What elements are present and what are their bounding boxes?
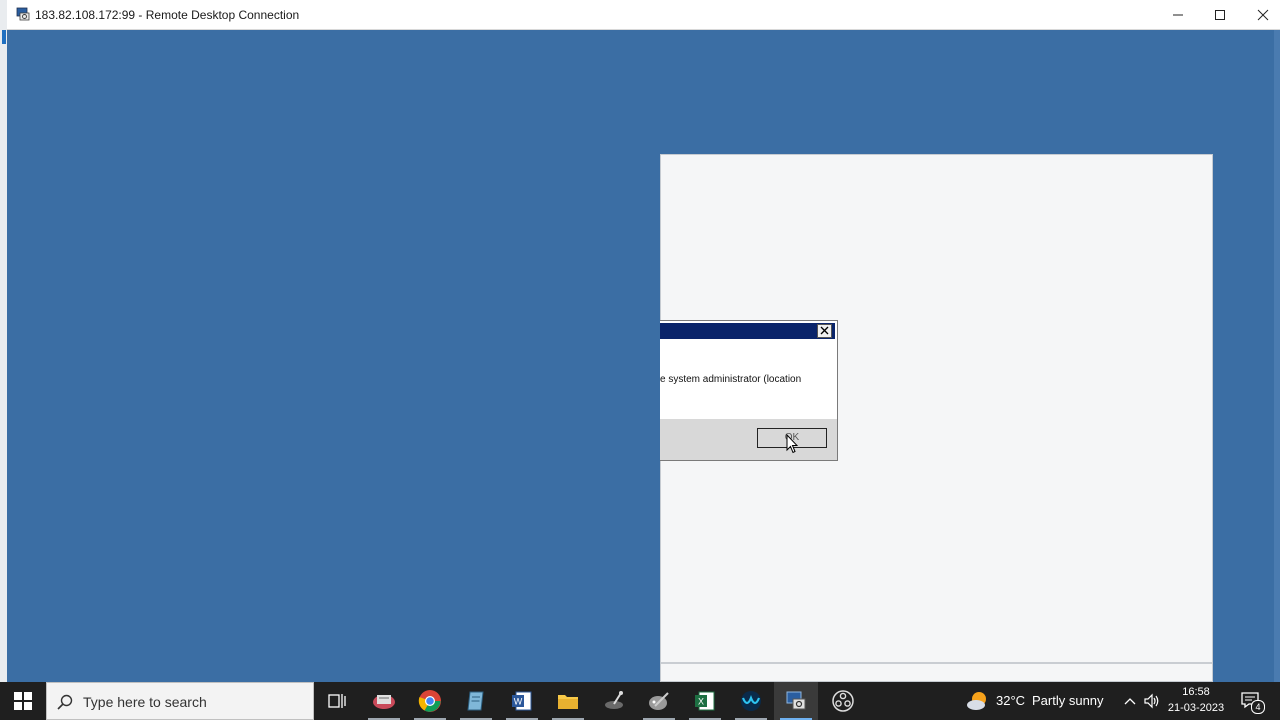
clock-date[interactable]: 21-03-2023	[1164, 702, 1228, 714]
weather-temperature[interactable]: 32°C	[996, 693, 1025, 708]
svg-text:X: X	[698, 697, 704, 707]
obs-icon	[832, 690, 854, 712]
taskbar: Type here to search W X 32°C Partly sunn…	[0, 682, 1280, 720]
window-title: 183.82.108.172:99 - Remote Desktop Conne…	[35, 8, 300, 22]
search-box[interactable]: Type here to search	[46, 682, 314, 720]
taskbar-chrome[interactable]	[408, 682, 452, 720]
search-icon	[57, 694, 73, 710]
volume-icon[interactable]	[1143, 693, 1161, 709]
paint-icon	[605, 691, 623, 709]
remote-desktop-icon	[786, 691, 806, 710]
clock-time[interactable]: 16:58	[1168, 686, 1224, 698]
close-icon	[820, 326, 829, 335]
taskbar-inkscape[interactable]	[637, 682, 681, 720]
remote-desktop-icon	[16, 7, 30, 21]
taskbar-remote-desktop[interactable]	[774, 682, 818, 720]
mouse-cursor-icon	[786, 434, 798, 454]
chevron-up-icon[interactable]	[1122, 693, 1138, 709]
taskbar-notepad[interactable]	[454, 682, 498, 720]
start-button[interactable]	[0, 682, 46, 720]
taskbar-excel[interactable]: X	[683, 682, 727, 720]
close-icon	[1257, 9, 1269, 20]
notepad-icon	[467, 691, 484, 711]
host-window-edge-accent	[2, 30, 6, 44]
notification-count-badge: 4	[1251, 700, 1265, 714]
close-button[interactable]	[1240, 0, 1280, 29]
rdp-title-bar[interactable]: 183.82.108.172:99 - Remote Desktop Conne…	[7, 0, 1280, 30]
taskbar-file-explorer[interactable]	[546, 682, 590, 720]
taskbar-task-view[interactable]	[315, 682, 359, 720]
app-icon	[373, 695, 395, 709]
partly-sunny-icon[interactable]	[966, 690, 990, 712]
maximize-button[interactable]	[1197, 0, 1243, 29]
action-center-button[interactable]: 4	[1240, 691, 1265, 714]
taskbar-paint[interactable]	[592, 682, 636, 720]
search-placeholder: Type here to search	[83, 694, 207, 710]
remote-scroll-edge	[1274, 30, 1280, 682]
dialog-close-button[interactable]	[817, 324, 832, 338]
chrome-icon	[418, 690, 441, 712]
dialog-title-bar[interactable]	[660, 323, 835, 339]
svg-text:W: W	[514, 697, 523, 707]
maximize-icon	[1215, 9, 1225, 20]
taskbar-app[interactable]	[362, 682, 406, 720]
windows-logo-icon	[14, 692, 32, 710]
error-dialog[interactable]: e system administrator (location OK	[660, 320, 838, 461]
minimize-icon	[1173, 14, 1183, 15]
taskbar-webex[interactable]	[729, 682, 773, 720]
word-icon: W	[512, 691, 532, 711]
taskbar-obs[interactable]	[821, 682, 865, 720]
panel-divider	[661, 662, 1212, 664]
webex-icon	[741, 691, 761, 711]
weather-condition[interactable]: Partly sunny	[1032, 693, 1104, 708]
file-explorer-icon	[558, 695, 578, 709]
taskbar-word[interactable]: W	[500, 682, 544, 720]
task-view-icon	[328, 694, 346, 708]
inkscape-icon	[649, 692, 669, 710]
dialog-message: e system administrator (location	[660, 374, 802, 385]
minimize-button[interactable]	[1155, 0, 1201, 29]
excel-icon: X	[695, 691, 715, 711]
